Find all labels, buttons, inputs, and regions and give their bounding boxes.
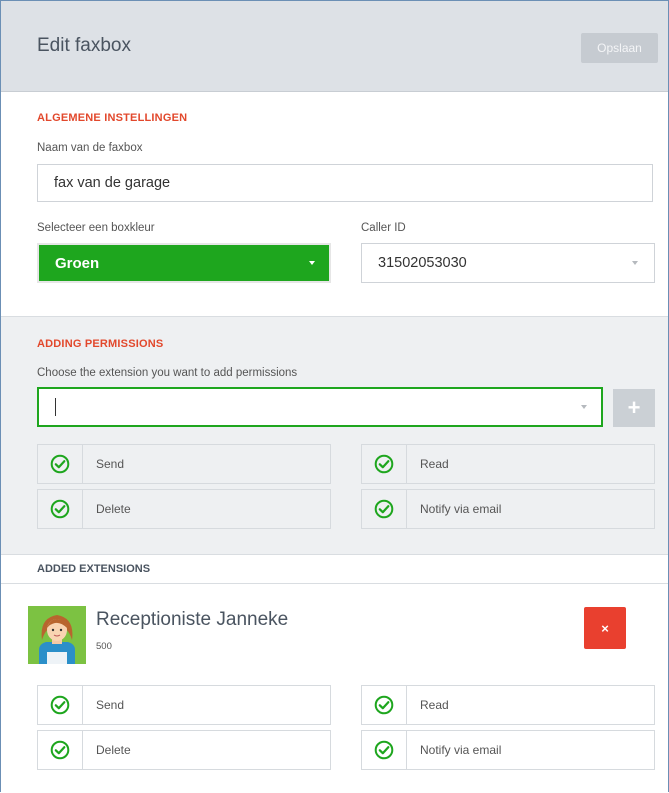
adding-permissions-section: ADDING PERMISSIONS Choose the extension … [1, 317, 668, 555]
section-title-added: ADDED EXTENSIONS [37, 563, 151, 575]
user-permission-read[interactable]: Read [361, 685, 655, 725]
permission-label: Delete [96, 502, 131, 516]
section-title-permissions: ADDING PERMISSIONS [37, 338, 164, 350]
faxbox-name-input[interactable]: fax van de garage [37, 164, 653, 202]
caller-id-value: 31502053030 [378, 255, 467, 271]
box-color-value: Groen [55, 254, 100, 272]
extension-user-name: Receptioniste Janneke [96, 609, 289, 630]
choose-extension-label: Choose the extension you want to add per… [37, 367, 298, 379]
text-cursor [55, 398, 56, 416]
user-permission-send[interactable]: Send [37, 685, 331, 725]
caller-id-select[interactable]: 31502053030 [361, 243, 655, 283]
extension-search-input[interactable] [37, 387, 603, 427]
chevron-down-icon [581, 405, 587, 409]
box-color-label: Selecteer een boxkleur [37, 222, 155, 234]
check-circle-icon [38, 686, 83, 724]
permission-label: Send [96, 457, 125, 471]
permission-send[interactable]: Send [37, 444, 331, 484]
check-circle-icon [362, 445, 407, 483]
permission-notify-email[interactable]: Notify via email [361, 489, 655, 529]
check-circle-icon [362, 731, 407, 769]
permission-label: Read [420, 457, 449, 471]
edit-faxbox-panel: Edit faxbox Opslaan ALGEMENE INSTELLINGE… [0, 0, 669, 792]
permission-label: Delete [96, 743, 131, 757]
save-button[interactable]: Opslaan [581, 33, 658, 63]
added-extensions-header: ADDED EXTENSIONS [1, 555, 668, 584]
chevron-down-icon [309, 261, 315, 265]
permission-read[interactable]: Read [361, 444, 655, 484]
faxbox-name-label: Naam van de faxbox [37, 142, 143, 154]
check-circle-icon [38, 490, 83, 528]
user-permission-delete[interactable]: Delete [37, 730, 331, 770]
panel-header: Edit faxbox Opslaan [1, 1, 668, 92]
permission-label: Notify via email [420, 502, 502, 516]
close-icon: × [601, 620, 609, 636]
general-settings-section: ALGEMENE INSTELLINGEN Naam van de faxbox… [1, 92, 668, 317]
permission-label: Notify via email [420, 743, 502, 757]
permission-delete[interactable]: Delete [37, 489, 331, 529]
added-extension-list: Receptioniste Janneke 500 × Send Read De… [1, 584, 668, 792]
chevron-down-icon [632, 261, 638, 265]
extension-number: 500 [96, 641, 112, 652]
check-circle-icon [38, 731, 83, 769]
permission-label: Read [420, 698, 449, 712]
box-color-select[interactable]: Groen [37, 243, 331, 283]
remove-extension-button[interactable]: × [584, 607, 626, 649]
section-title-general: ALGEMENE INSTELLINGEN [37, 112, 188, 124]
check-circle-icon [38, 445, 83, 483]
permission-label: Send [96, 698, 125, 712]
user-permission-notify-email[interactable]: Notify via email [361, 730, 655, 770]
add-extension-button[interactable]: + [613, 389, 655, 427]
faxbox-name-value: fax van de garage [54, 175, 171, 191]
avatar [28, 606, 86, 664]
page-title: Edit faxbox [37, 35, 131, 56]
check-circle-icon [362, 686, 407, 724]
caller-id-label: Caller ID [361, 222, 406, 234]
check-circle-icon [362, 490, 407, 528]
